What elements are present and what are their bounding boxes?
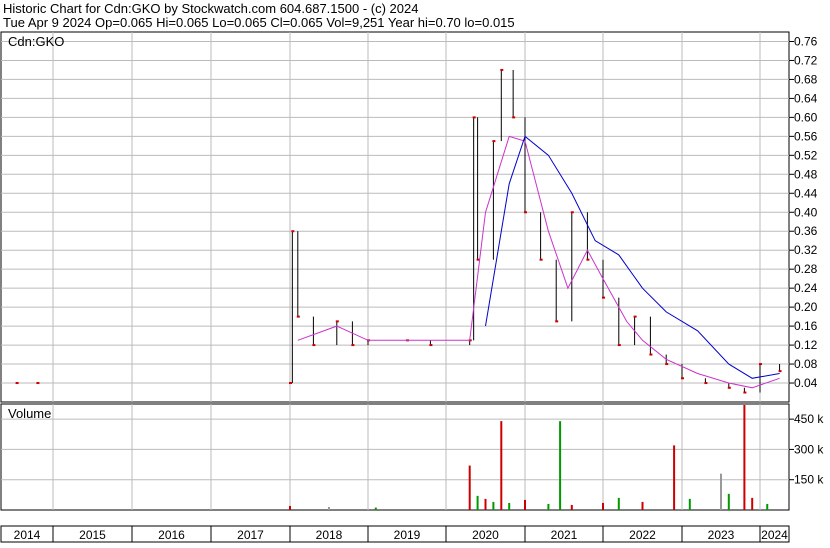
price-panel bbox=[0, 31, 790, 403]
year-tick-label: 2017 bbox=[237, 528, 264, 542]
year-tick-label: 2016 bbox=[158, 528, 185, 542]
price-point bbox=[36, 382, 40, 385]
volume-y-tick-label: 300 k bbox=[794, 442, 824, 456]
price-y-tick-label: 0.76 bbox=[794, 34, 818, 48]
price-point bbox=[704, 382, 708, 385]
price-point bbox=[570, 211, 574, 214]
price-point bbox=[296, 315, 300, 318]
volume-bar bbox=[492, 501, 495, 510]
price-y-tick-label: 0.08 bbox=[794, 357, 818, 371]
price-point bbox=[312, 344, 316, 347]
price-point bbox=[500, 68, 504, 71]
price-y-tick-label: 0.04 bbox=[794, 376, 818, 390]
volume-panel bbox=[0, 403, 790, 511]
year-tick-label: 2014 bbox=[14, 528, 41, 542]
chart-canvas: Historic Chart for Cdn:GKO by Stockwatch… bbox=[0, 0, 830, 543]
price-point bbox=[492, 140, 496, 143]
price-point bbox=[586, 258, 590, 261]
volume-bar bbox=[328, 506, 330, 510]
volume-bar bbox=[508, 502, 511, 510]
volume-y-tick-label: 450 k bbox=[794, 412, 824, 426]
year-tick-label: 2021 bbox=[551, 528, 578, 542]
volume-bar bbox=[641, 501, 644, 510]
volume-bar bbox=[484, 498, 487, 510]
price-y-tick-label: 0.36 bbox=[794, 224, 818, 238]
price-point bbox=[743, 391, 747, 394]
volume-bar bbox=[559, 421, 562, 510]
volume-bar bbox=[673, 445, 676, 510]
volume-panel-title: Volume bbox=[8, 406, 51, 421]
price-point bbox=[617, 344, 621, 347]
price-y-tick-label: 0.44 bbox=[794, 186, 818, 200]
volume-bar bbox=[476, 495, 479, 510]
volume-bar bbox=[602, 502, 604, 510]
price-y-tick-label: 0.20 bbox=[794, 300, 818, 314]
stockwatch-chart: Historic Chart for Cdn:GKO by Stockwatch… bbox=[0, 0, 830, 543]
price-y-tick-label: 0.40 bbox=[794, 205, 818, 219]
price-y-tick-label: 0.32 bbox=[794, 243, 818, 257]
price-point bbox=[335, 320, 339, 323]
volume-bar bbox=[468, 465, 471, 510]
price-point bbox=[291, 230, 295, 233]
price-point bbox=[351, 344, 355, 347]
price-point bbox=[512, 116, 516, 119]
year-tick-label: 2020 bbox=[472, 528, 499, 542]
price-point bbox=[602, 296, 605, 299]
volume-bar bbox=[751, 497, 754, 510]
year-tick-label: 2018 bbox=[316, 528, 343, 542]
price-point bbox=[472, 116, 476, 119]
volume-bar bbox=[617, 497, 620, 510]
price-y-tick-label: 0.48 bbox=[794, 167, 818, 181]
volume-bar bbox=[547, 503, 550, 510]
volume-bar bbox=[289, 505, 291, 510]
price-y-tick-label: 0.64 bbox=[794, 91, 818, 105]
price-point bbox=[727, 386, 731, 389]
price-y-tick-label: 0.60 bbox=[794, 110, 818, 124]
price-y-tick-label: 0.72 bbox=[794, 53, 818, 67]
price-point bbox=[429, 344, 433, 347]
price-panel-title: Cdn:GKO bbox=[8, 34, 64, 49]
volume-bar bbox=[766, 503, 769, 510]
price-point bbox=[539, 258, 543, 261]
volume-bar bbox=[500, 421, 503, 510]
price-y-tick-label: 0.68 bbox=[794, 72, 818, 86]
price-point bbox=[759, 363, 762, 366]
price-y-tick-label: 0.12 bbox=[794, 338, 818, 352]
volume-y-ticks: 450 k 300 k 150 k bbox=[789, 412, 824, 487]
year-tick-label: 2022 bbox=[629, 528, 656, 542]
chart-header-line1: Historic Chart for Cdn:GKO by Stockwatch… bbox=[3, 1, 418, 16]
year-tick-label: 2015 bbox=[79, 528, 106, 542]
year-tick-label: 2023 bbox=[708, 528, 735, 542]
price-y-tick-label: 0.28 bbox=[794, 262, 818, 276]
volume-bar bbox=[570, 504, 573, 510]
price-y-tick-label: 0.56 bbox=[794, 129, 818, 143]
volume-bar bbox=[743, 405, 746, 510]
price-point bbox=[649, 353, 653, 356]
year-tick-label: 2024 bbox=[761, 528, 788, 542]
volume-bar bbox=[727, 493, 730, 510]
price-point bbox=[524, 211, 527, 214]
price-point bbox=[555, 320, 559, 323]
price-point bbox=[681, 377, 684, 380]
price-y-tick-label: 0.52 bbox=[794, 148, 818, 162]
price-y-tick-label: 0.24 bbox=[794, 281, 818, 295]
volume-bar bbox=[720, 473, 722, 510]
volume-y-tick-label: 150 k bbox=[794, 473, 824, 487]
chart-header-line2: Tue Apr 9 2024 Op=0.065 Hi=0.065 Lo=0.06… bbox=[3, 15, 515, 30]
volume-bar bbox=[524, 499, 526, 510]
price-y-tick-label: 0.16 bbox=[794, 319, 818, 333]
price-point bbox=[289, 382, 292, 385]
price-point bbox=[778, 370, 782, 373]
price-point bbox=[665, 363, 669, 366]
year-tick-label: 2019 bbox=[394, 528, 421, 542]
price-point bbox=[633, 315, 637, 318]
price-point bbox=[15, 382, 19, 385]
volume-bar bbox=[374, 507, 377, 510]
volume-bar bbox=[688, 498, 691, 510]
